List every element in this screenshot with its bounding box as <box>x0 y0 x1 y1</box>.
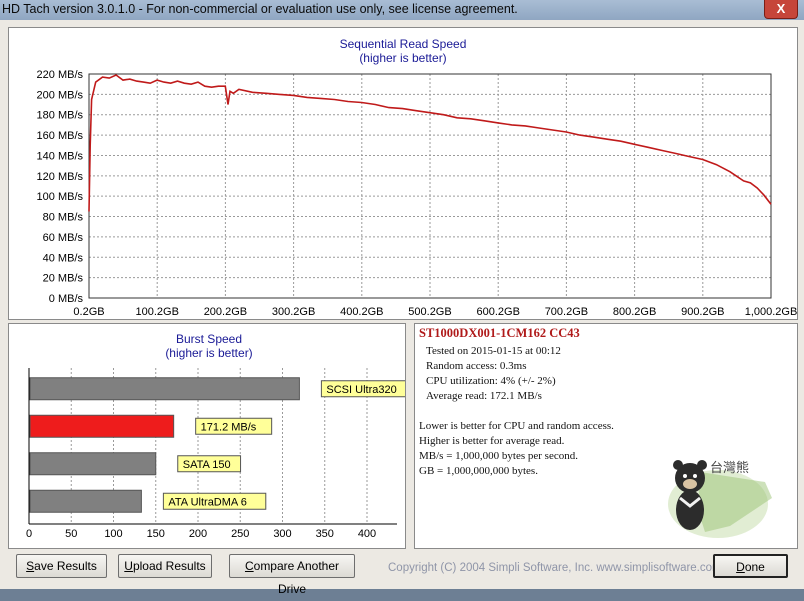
hd-tach-window: HD Tach version 3.0.1.0 - For non-commer… <box>0 0 804 596</box>
tested-on-text: Tested on 2015-01-15 at 00:12 <box>426 345 561 357</box>
x-tick-label: 500.2GB <box>408 306 451 318</box>
read-chart-panel: Sequential Read Speed (higher is better)… <box>8 27 798 320</box>
burst-bar <box>29 452 157 476</box>
compare-another-drive-hotkey: C <box>244 559 254 573</box>
save-results-hotkey: S <box>26 559 35 573</box>
x-tick-label: 300.2GB <box>272 306 315 318</box>
upload-results-button[interactable]: Upload Results <box>118 554 212 578</box>
burst-bar <box>29 414 175 438</box>
y-tick-label: 220 MB/s <box>37 69 84 81</box>
burst-bar-label: ATA UltraDMA 6 <box>168 496 246 508</box>
burst-bar-label: 171.2 MB/s <box>201 421 257 433</box>
burst-speed-chart: 0 50 100 150 200 250 300 350 400 SCSI Ultra320 171… <box>26 368 405 540</box>
y-tick-label: 160 MB/s <box>37 130 84 142</box>
y-tick-label: 100 MB/s <box>37 191 84 203</box>
x-tick-label: 800.2GB <box>613 306 656 318</box>
close-button[interactable]: X <box>764 0 798 19</box>
y-tick-label: 60 MB/s <box>43 232 84 244</box>
note-gb-definition: GB = 1,000,000,000 bytes. <box>419 465 538 477</box>
burst-x-tick-label: 200 <box>189 528 207 540</box>
burst-x-tick-label: 250 <box>231 528 249 540</box>
x-tick-label: 900.2GB <box>681 306 724 318</box>
y-tick-label: 20 MB/s <box>43 273 84 285</box>
x-tick-label: 400.2GB <box>340 306 383 318</box>
burst-x-tick-label: 50 <box>65 528 77 540</box>
x-tick-label: 600.2GB <box>476 306 519 318</box>
read-speed-chart: 0 MB/s 20 MB/s 40 MB/s 60 MB/s 80 MB/s 100 MB… <box>37 69 797 318</box>
x-tick-label: 200.2GB <box>204 306 247 318</box>
y-tick-label: 80 MB/s <box>43 212 84 224</box>
burst-bar <box>29 377 300 401</box>
done-label: one <box>744 560 765 574</box>
done-button[interactable]: Done <box>713 554 788 578</box>
close-icon: X <box>776 1 786 16</box>
burst-bar-label: SATA 150 <box>183 459 231 471</box>
x-tick-label: 0.2GB <box>73 306 104 318</box>
x-tick-label: 1,000.2GB <box>745 306 797 318</box>
done-hotkey: D <box>736 560 745 574</box>
burst-x-tick-label: 100 <box>104 528 122 540</box>
cpu-utilization-text: CPU utilization: 4% (+/- 2%) <box>426 375 556 387</box>
burst-x-tick-label: 300 <box>273 528 291 540</box>
drive-model: ST1000DX001-1CM162 CC43 <box>419 326 580 340</box>
y-tick-label: 40 MB/s <box>43 252 84 264</box>
title-bar[interactable]: HD Tach version 3.0.1.0 - For non-commer… <box>0 0 804 20</box>
burst-bar-label: SCSI Ultra320 <box>326 384 396 396</box>
watermark-text: 台灣熊 <box>710 460 749 475</box>
burst-chart-panel: Burst Speed (higher is better) 0 50 100 150… <box>8 323 406 549</box>
random-access-text: Random access: 0.3ms <box>426 360 527 372</box>
y-tick-label: 180 MB/s <box>37 110 84 122</box>
note-lower-better: Lower is better for CPU and random acces… <box>419 420 614 432</box>
note-mbs-definition: MB/s = 1,000,000 bytes per second. <box>419 450 578 462</box>
compare-another-drive-label: ompare Another Drive <box>253 559 340 596</box>
save-results-label: ave Results <box>34 559 97 573</box>
burst-x-tick-label: 150 <box>147 528 165 540</box>
y-tick-label: 200 MB/s <box>37 89 84 101</box>
burst-x-tick-label: 0 <box>26 528 32 540</box>
upload-results-hotkey: U <box>124 559 133 573</box>
upload-results-label: pload Results <box>132 559 206 573</box>
taiwan-bear-watermark: 台灣熊 <box>668 460 772 538</box>
window-title: HD Tach version 3.0.1.0 - For non-commer… <box>2 2 518 16</box>
x-tick-label: 700.2GB <box>545 306 588 318</box>
y-tick-label: 120 MB/s <box>37 171 84 183</box>
y-tick-label: 0 MB/s <box>49 293 84 305</box>
y-tick-label: 140 MB/s <box>37 150 84 162</box>
x-tick-label: 100.2GB <box>135 306 178 318</box>
note-higher-better: Higher is better for average read. <box>419 435 565 447</box>
burst-x-tick-label: 400 <box>358 528 376 540</box>
burst-bar <box>29 489 142 513</box>
save-results-button[interactable]: Save Results <box>16 554 107 578</box>
burst-x-tick-label: 350 <box>316 528 334 540</box>
copyright-link[interactable]: Copyright (C) 2004 Simpli Software, Inc.… <box>388 562 722 574</box>
average-read-text: Average read: 172.1 MB/s <box>426 390 542 402</box>
compare-another-drive-button[interactable]: Compare Another Drive <box>229 554 355 596</box>
